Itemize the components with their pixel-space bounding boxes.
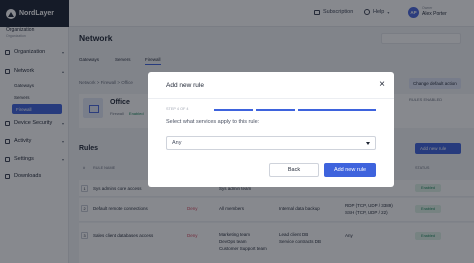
progress-step-4 [337,109,376,111]
progress-step-1 [214,109,253,111]
services-select[interactable]: Any [166,136,376,150]
progress-step-2 [256,109,295,111]
add-rule-dialog: Add new rule × STEP 4 OF 4 Select what s… [148,72,394,187]
services-select-value: Any [172,140,182,146]
step-indicator: STEP 4 OF 4 [166,107,189,111]
divider [148,98,394,99]
dialog-title: Add new rule [166,82,204,89]
back-button[interactable]: Back [269,163,319,177]
add-new-rule-button[interactable]: Add new rule [324,163,376,177]
chevron-down-icon [366,142,370,145]
services-question: Select what services apply to this rule: [166,119,260,125]
close-icon[interactable]: × [377,80,387,90]
progress-step-3 [298,109,337,111]
